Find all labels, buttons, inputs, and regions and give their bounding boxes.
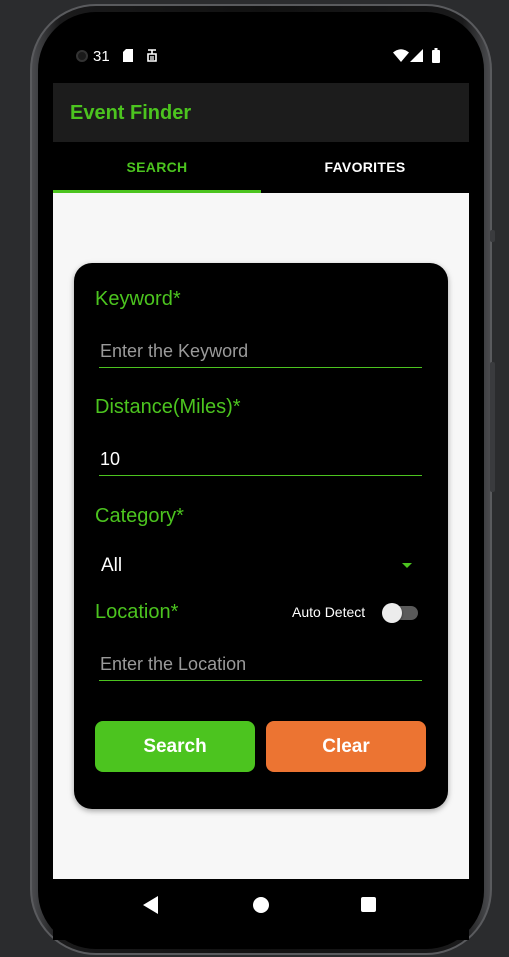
keyword-placeholder: Enter the Keyword	[100, 341, 249, 361]
keyword-label: Keyword*	[95, 288, 181, 310]
app-bar: Event Finder	[53, 83, 469, 142]
category-label: Category*	[95, 505, 184, 527]
status-time: 31	[93, 48, 110, 65]
navigation-bar	[53, 879, 469, 940]
location-label: Location*	[95, 601, 179, 623]
power-button	[490, 230, 495, 242]
keyword-input[interactable]: Enter the Keyword	[99, 338, 422, 368]
wifi-icon	[393, 49, 409, 62]
distance-value: 10	[100, 449, 121, 469]
volume-button	[490, 362, 495, 492]
auto-detect-switch[interactable]	[382, 603, 418, 623]
category-dropdown[interactable]: All	[100, 553, 422, 583]
tab-bar: SEARCH FAVORITES	[53, 142, 469, 193]
switch-thumb	[382, 603, 402, 623]
content-area: Keyword* Enter the Keyword Distance(Mile…	[53, 193, 469, 879]
camera-icon	[76, 50, 88, 62]
data-saver-icon	[147, 49, 157, 62]
back-icon[interactable]	[143, 896, 158, 914]
category-selected: All	[101, 555, 123, 576]
screen: 31 Event Finder SEARCH FAVORITES Keyword…	[53, 22, 469, 940]
recents-icon[interactable]	[361, 897, 376, 912]
location-placeholder: Enter the Location	[100, 654, 247, 674]
search-form-card: Keyword* Enter the Keyword Distance(Mile…	[74, 263, 448, 809]
distance-input[interactable]: 10	[99, 446, 422, 476]
distance-label: Distance(Miles)*	[95, 396, 241, 418]
app-title: Event Finder	[70, 102, 192, 124]
dropdown-arrow-icon	[402, 563, 412, 568]
auto-detect-label: Auto Detect	[292, 604, 366, 620]
signal-icon	[410, 49, 423, 62]
status-bar: 31	[53, 22, 469, 82]
battery-icon	[432, 48, 440, 63]
clear-button[interactable]: Clear	[266, 721, 426, 772]
location-input[interactable]: Enter the Location	[99, 651, 422, 681]
sd-card-icon	[123, 49, 133, 62]
home-icon[interactable]	[253, 897, 269, 913]
tab-favorites[interactable]: FAVORITES	[261, 142, 469, 193]
search-button[interactable]: Search	[95, 721, 255, 772]
tab-search[interactable]: SEARCH	[53, 142, 261, 193]
